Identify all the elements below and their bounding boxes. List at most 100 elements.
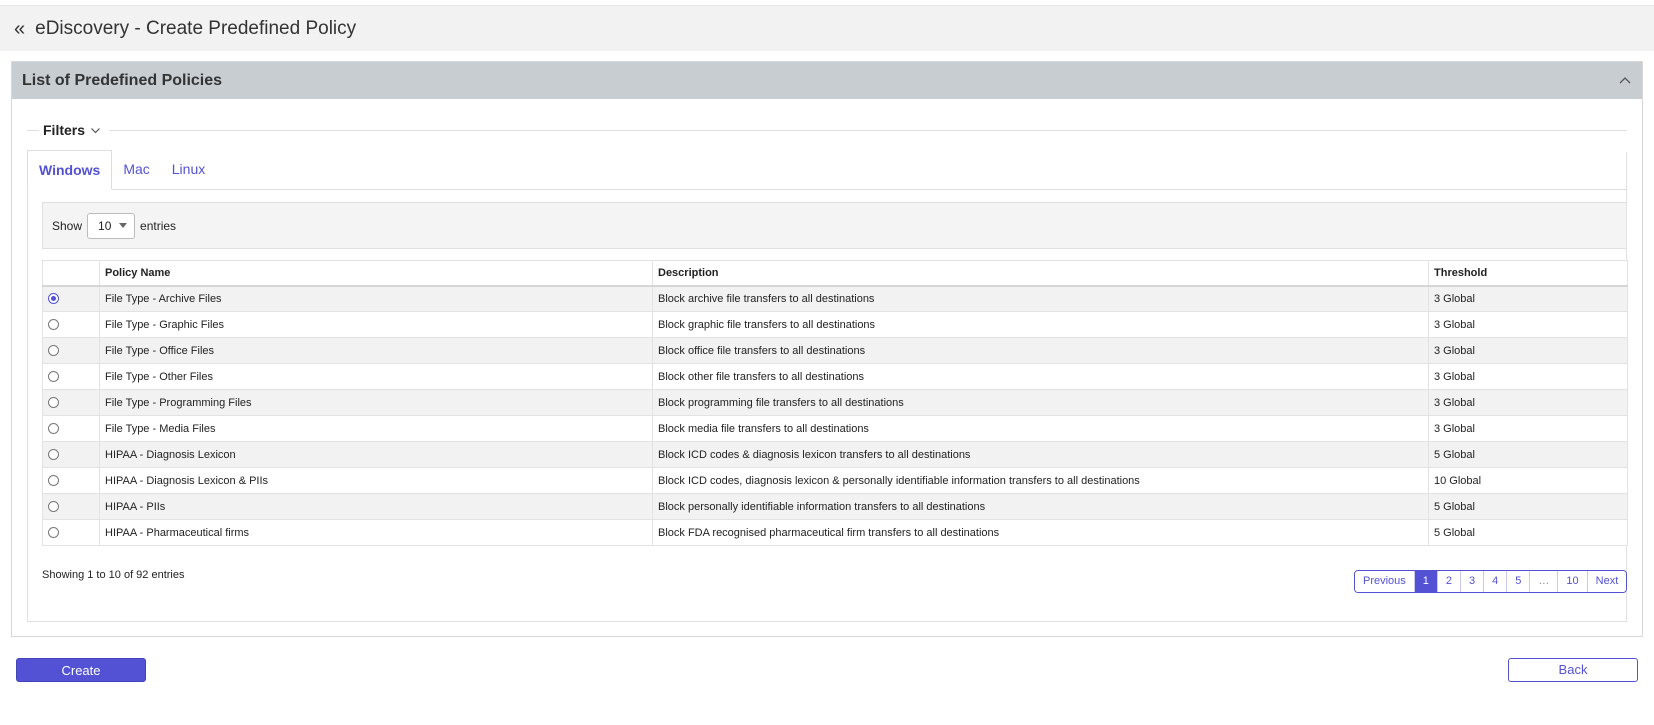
card-header: List of Predefined Policies: [12, 62, 1642, 99]
pagination: Previous 1 2 3 4 5… 10 Next: [1354, 570, 1628, 593]
table-row[interactable]: HIPAA - Diagnosis Lexicon Block ICD codes…: [42, 441, 1628, 468]
row-radio[interactable]: [48, 422, 59, 434]
description-cell: Block programming file transfers to all …: [652, 389, 1429, 416]
column-header-threshold[interactable]: Threshold: [1428, 260, 1628, 287]
table-row[interactable]: File Type - Other Files Block other file …: [42, 363, 1628, 390]
threshold-cell: 3 Global: [1428, 389, 1628, 416]
policies-table: Policy Name Description Threshold File T…: [42, 260, 1628, 546]
description-cell: Block ICD codes, diagnosis lexicon & per…: [652, 467, 1429, 494]
row-radio[interactable]: [48, 448, 59, 460]
row-select-cell: [42, 519, 100, 546]
row-select-cell: [42, 285, 100, 312]
table-row[interactable]: File Type - Media Files Block media file …: [42, 415, 1628, 442]
policy-name-cell: HIPAA - PIIs: [99, 493, 653, 520]
divider: [109, 129, 1627, 131]
os-tabs: Windows Mac Linux: [27, 150, 1627, 190]
back-button[interactable]: Back: [1508, 658, 1638, 682]
policy-name-cell: File Type - Other Files: [99, 363, 653, 390]
policy-name-cell: HIPAA - Diagnosis Lexicon & PIIs: [99, 467, 653, 494]
row-radio[interactable]: [48, 318, 59, 330]
dropdown-arrow-icon: [119, 223, 128, 228]
top-bar: « eDiscovery - Create Predefined Policy: [0, 5, 1654, 51]
table-row[interactable]: HIPAA - PIIs Block personally identifiabl…: [42, 493, 1628, 520]
tab-linux[interactable]: Linux: [161, 150, 216, 189]
table-info: Showing 1 to 10 of 92 entries: [42, 569, 185, 581]
column-header-select: [42, 260, 100, 287]
row-radio[interactable]: [48, 292, 59, 304]
table-row[interactable]: File Type - Programming Files Block progr…: [42, 389, 1628, 416]
pagination-ellipsis: …: [1529, 571, 1558, 592]
policy-name-cell: File Type - Graphic Files: [99, 311, 653, 338]
row-radio[interactable]: [48, 344, 59, 356]
table-header-row: Policy Name Description Threshold: [42, 260, 1628, 287]
description-cell: Block graphic file transfers to all dest…: [652, 311, 1429, 338]
pagination-page-1[interactable]: 1: [1413, 571, 1437, 592]
policy-name-cell: File Type - Media Files: [99, 415, 653, 442]
page-title: eDiscovery - Create Predefined Policy: [35, 17, 357, 39]
row-select-cell: [42, 441, 100, 468]
row-select-cell: [42, 415, 100, 442]
threshold-cell: 5 Global: [1428, 519, 1628, 546]
policy-name-cell: File Type - Programming Files: [99, 389, 653, 416]
table-row[interactable]: HIPAA - Diagnosis Lexicon & PIIs Block IC…: [42, 467, 1628, 494]
row-select-cell: [42, 337, 100, 364]
entries-label: entries: [140, 218, 177, 233]
row-radio[interactable]: [48, 370, 59, 382]
description-cell: Block archive file transfers to all dest…: [652, 285, 1429, 312]
row-radio[interactable]: [48, 474, 59, 486]
row-radio[interactable]: [48, 526, 59, 538]
description-cell: Block FDA recognised pharmaceutical firm…: [652, 519, 1429, 546]
length-menu: Show 10 entries: [42, 202, 1627, 249]
row-radio[interactable]: [48, 396, 59, 408]
row-select-cell: [42, 389, 100, 416]
filters-toggle[interactable]: Filters: [27, 120, 1627, 140]
threshold-cell: 5 Global: [1428, 441, 1628, 468]
table-row[interactable]: File Type - Archive Files Block archive f…: [42, 285, 1628, 312]
pagination-page-4[interactable]: 4: [1483, 571, 1507, 592]
pagination-page-2[interactable]: 2: [1436, 571, 1461, 592]
chevron-up-icon[interactable]: [1618, 74, 1632, 88]
description-cell: Block ICD codes & diagnosis lexicon tran…: [652, 441, 1429, 468]
description-cell: Block office file transfers to all desti…: [652, 337, 1429, 364]
description-cell: Block personally identifiable informatio…: [652, 493, 1429, 520]
double-chevron-left-icon[interactable]: «: [14, 19, 25, 39]
tab-mac[interactable]: Mac: [112, 150, 160, 189]
entries-per-page-select[interactable]: 10: [87, 212, 136, 239]
column-header-policy-name[interactable]: Policy Name: [99, 260, 653, 287]
pagination-page-3[interactable]: 3: [1460, 571, 1484, 592]
divider: [27, 129, 39, 131]
description-cell: Block media file transfers to all destin…: [652, 415, 1429, 442]
policy-name-cell: HIPAA - Diagnosis Lexicon: [99, 441, 653, 468]
threshold-cell: 3 Global: [1428, 285, 1628, 312]
filters-label: Filters: [43, 122, 86, 138]
threshold-cell: 3 Global: [1428, 337, 1628, 364]
row-select-cell: [42, 311, 100, 338]
column-header-description[interactable]: Description: [652, 260, 1429, 287]
policy-name-cell: File Type - Office Files: [99, 337, 653, 364]
row-select-cell: [42, 363, 100, 390]
threshold-cell: 3 Global: [1428, 415, 1628, 442]
pagination-previous[interactable]: Previous: [1355, 571, 1414, 592]
policy-name-cell: HIPAA - Pharmaceutical firms: [99, 519, 653, 546]
show-label: Show: [52, 218, 83, 233]
table-row[interactable]: File Type - Office Files Block office fil…: [42, 337, 1628, 364]
table-row[interactable]: File Type - Graphic Files Block graphic f…: [42, 311, 1628, 338]
pagination-next[interactable]: Next: [1586, 571, 1627, 592]
card-title: List of Predefined Policies: [22, 71, 223, 89]
threshold-cell: 10 Global: [1428, 467, 1628, 494]
threshold-cell: 3 Global: [1428, 363, 1628, 390]
table-row[interactable]: HIPAA - Pharmaceutical firms Block FDA re…: [42, 519, 1628, 546]
row-radio[interactable]: [48, 500, 59, 512]
row-select-cell: [42, 493, 100, 520]
description-cell: Block other file transfers to all destin…: [652, 363, 1429, 390]
tab-windows[interactable]: Windows: [27, 150, 113, 190]
pagination-page-5[interactable]: 5: [1506, 571, 1530, 592]
pagination-page-10[interactable]: 10: [1557, 571, 1587, 592]
chevron-down-icon[interactable]: [90, 125, 101, 136]
threshold-cell: 5 Global: [1428, 493, 1628, 520]
create-button[interactable]: Create: [16, 658, 146, 682]
threshold-cell: 3 Global: [1428, 311, 1628, 338]
entries-value: 10: [98, 218, 112, 233]
row-select-cell: [42, 467, 100, 494]
policy-name-cell: File Type - Archive Files: [99, 285, 653, 312]
